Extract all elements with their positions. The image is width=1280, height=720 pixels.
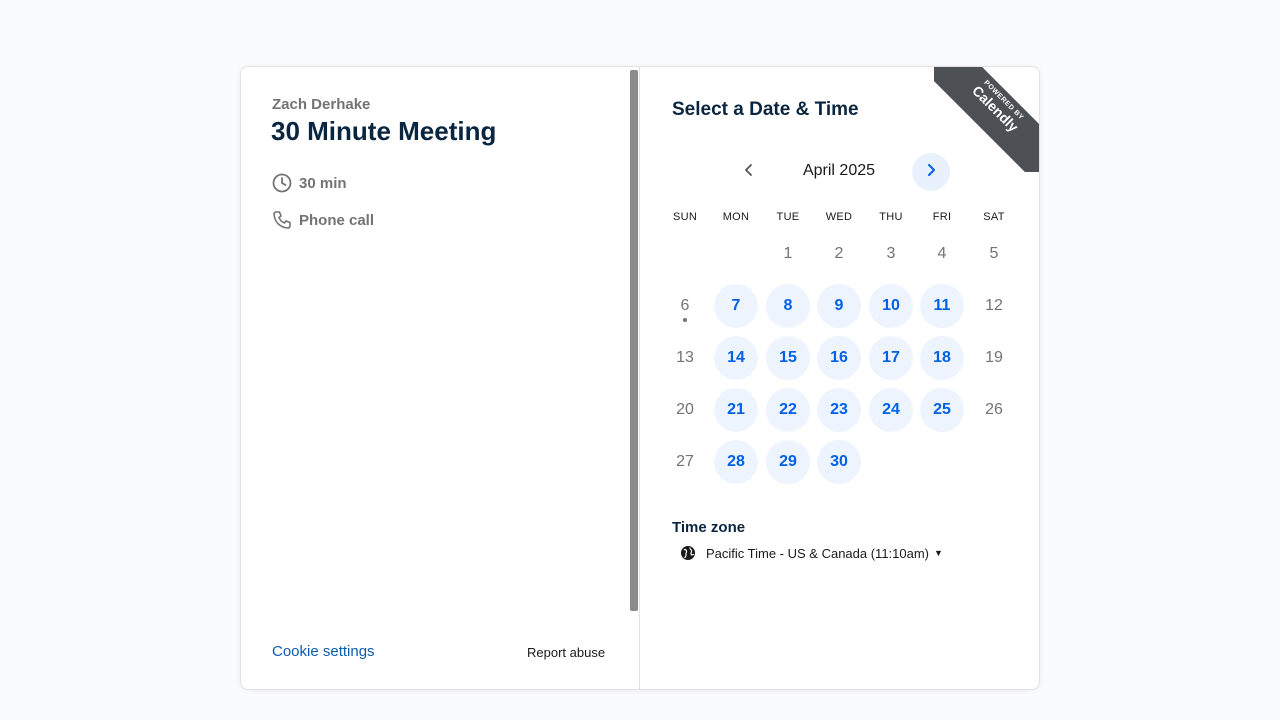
day-number: 6 [680, 297, 690, 314]
timezone-value: Pacific Time - US & Canada (11:10am) [706, 545, 930, 561]
day-number: 20 [676, 401, 694, 418]
powered-by-label: POWERED BY [982, 79, 1025, 122]
previous-month-button[interactable] [730, 153, 768, 191]
day-number: 4 [937, 245, 947, 262]
duration-label: 30 min [299, 174, 347, 192]
location-detail: Phone call [271, 209, 374, 231]
day-cell-13: 13 [663, 336, 707, 380]
day-number: 2 [834, 245, 844, 262]
day-button-24[interactable]: 24 [869, 388, 913, 432]
day-button-9[interactable]: 9 [817, 284, 861, 328]
clock-icon [271, 172, 293, 194]
globe-icon [680, 545, 696, 561]
day-number: 27 [676, 453, 694, 470]
day-button-25[interactable]: 25 [920, 388, 964, 432]
day-number: 17 [882, 349, 900, 366]
day-button-30[interactable]: 30 [817, 440, 861, 484]
calendly-ribbon[interactable]: POWERED BY Calendly [934, 67, 1039, 172]
weekday-header-tue: TUE [776, 211, 800, 223]
day-button-22[interactable]: 22 [766, 388, 810, 432]
location-label: Phone call [299, 211, 375, 229]
day-cell-12: 12 [972, 284, 1016, 328]
day-button-7[interactable]: 7 [714, 284, 758, 328]
phone-icon [271, 209, 293, 231]
select-date-heading: Select a Date & Time [672, 99, 859, 120]
day-button-28[interactable]: 28 [714, 440, 758, 484]
event-title: 30 Minute Meeting [271, 116, 497, 146]
day-cell-5: 5 [972, 232, 1016, 276]
day-number: 16 [830, 349, 848, 366]
month-navigation: April 2025 [730, 153, 950, 191]
day-number: 15 [779, 349, 797, 366]
day-number: 14 [727, 349, 745, 366]
day-number: 19 [985, 349, 1003, 366]
timezone-label: Time zone [672, 519, 746, 536]
day-number: 23 [830, 401, 848, 418]
day-button-15[interactable]: 15 [766, 336, 810, 380]
powered-by-badge[interactable]: POWERED BY Calendly [934, 67, 1039, 172]
weekday-header-thu: THU [879, 211, 903, 223]
day-number: 1 [783, 245, 793, 262]
weekday-header-sun: SUN [672, 211, 698, 223]
day-cell-19: 19 [972, 336, 1016, 380]
day-number: 13 [676, 349, 694, 366]
day-number: 28 [727, 453, 745, 470]
day-number: 8 [783, 297, 793, 314]
day-number: 18 [933, 349, 951, 366]
day-cell-1: 1 [766, 232, 810, 276]
day-button-10[interactable]: 10 [869, 284, 913, 328]
day-number: 9 [834, 297, 844, 314]
day-number: 3 [886, 245, 896, 262]
weekday-header-fri: FRI [932, 211, 952, 223]
day-cell-4: 4 [920, 232, 964, 276]
day-cell-26: 26 [972, 388, 1016, 432]
day-number: 22 [779, 401, 797, 418]
day-button-21[interactable]: 21 [714, 388, 758, 432]
day-number: 25 [933, 401, 951, 418]
day-number: 26 [985, 401, 1003, 418]
day-number: 24 [882, 401, 900, 418]
weekday-header-mon: MON [722, 211, 750, 223]
booking-card: Zach Derhake 30 Minute Meeting 30 min Ph… [240, 66, 1040, 690]
report-abuse-link[interactable]: Report abuse [527, 645, 605, 660]
day-number: 11 [933, 297, 951, 314]
caret-down-icon: ▼ [934, 548, 943, 558]
organizer-name: Zach Derhake [272, 96, 371, 113]
day-button-14[interactable]: 14 [714, 336, 758, 380]
day-cell-3: 3 [869, 232, 913, 276]
day-button-18[interactable]: 18 [920, 336, 964, 380]
duration-detail: 30 min [271, 172, 347, 194]
day-cell-20: 20 [663, 388, 707, 432]
day-number: 29 [779, 453, 797, 470]
weekday-header-wed: WED [825, 211, 853, 223]
day-button-16[interactable]: 16 [817, 336, 861, 380]
day-number: 7 [731, 297, 741, 314]
day-cell-2: 2 [817, 232, 861, 276]
day-button-8[interactable]: 8 [766, 284, 810, 328]
day-button-17[interactable]: 17 [869, 336, 913, 380]
day-button-23[interactable]: 23 [817, 388, 861, 432]
today-indicator [683, 318, 687, 322]
day-button-11[interactable]: 11 [920, 284, 964, 328]
chevron-left-icon [742, 163, 756, 182]
timezone-select[interactable]: Pacific Time - US & Canada (11:10am) ▼ [680, 545, 943, 561]
day-number: 12 [985, 297, 1003, 314]
day-number: 5 [989, 245, 999, 262]
day-number: 21 [727, 401, 745, 418]
day-cell-6: 6 [663, 284, 707, 328]
month-label: April 2025 [802, 162, 876, 179]
day-button-29[interactable]: 29 [766, 440, 810, 484]
cookie-settings-link[interactable]: Cookie settings [272, 643, 375, 660]
panel-scrollbar[interactable] [630, 70, 638, 611]
event-details-panel: Zach Derhake 30 Minute Meeting 30 min Ph… [241, 67, 640, 689]
day-cell-27: 27 [663, 440, 707, 484]
day-number: 10 [882, 297, 900, 314]
weekday-header-sat: SAT [983, 211, 1005, 223]
day-number: 30 [830, 453, 848, 470]
